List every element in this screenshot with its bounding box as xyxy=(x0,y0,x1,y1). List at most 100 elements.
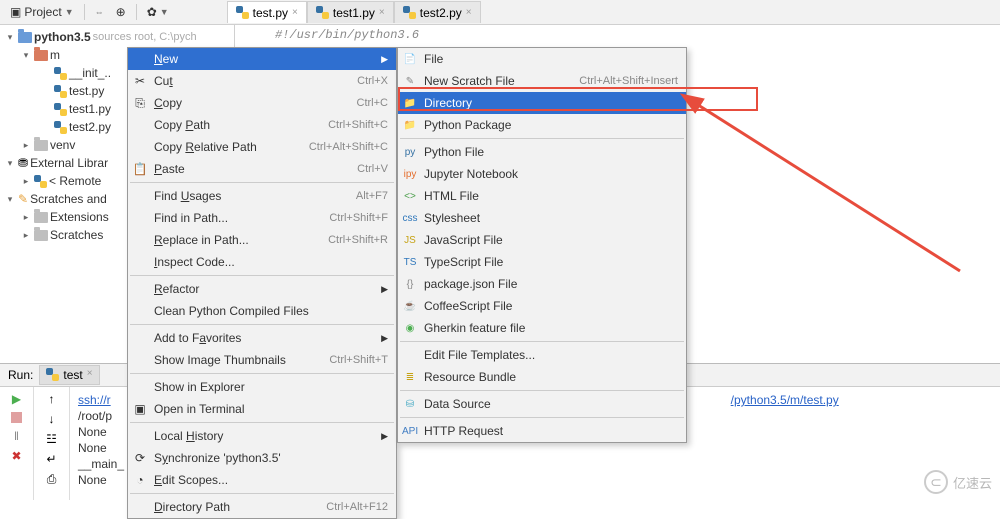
stop-button[interactable] xyxy=(11,412,22,423)
up-icon[interactable]: ↑ xyxy=(49,392,55,406)
submenu-item-stylesheet[interactable]: css Stylesheet xyxy=(398,207,686,229)
close-icon[interactable]: × xyxy=(466,7,472,18)
submenu-item-label: Jupyter Notebook xyxy=(424,167,518,181)
tree-label: test.py xyxy=(69,84,104,98)
chevron-right-icon: ▶ xyxy=(381,431,388,442)
menu-item-refactor[interactable]: Refactor▶ xyxy=(128,278,396,300)
chevron-right-icon: ▶ xyxy=(381,54,388,65)
menu-separator xyxy=(130,493,394,494)
tab-label: test1.py xyxy=(333,6,375,20)
library-icon: ⛃ xyxy=(18,156,28,170)
wrap-icon[interactable]: ↵ xyxy=(46,452,56,466)
run-tab[interactable]: test × xyxy=(39,365,99,385)
tree-label: Scratches and xyxy=(30,192,107,206)
menu-item-open-in-terminal[interactable]: ▣Open in Terminal xyxy=(128,398,396,420)
submenu-item-resource-bundle[interactable]: ≣Resource Bundle xyxy=(398,366,686,388)
menu-item-replace-in-path-[interactable]: Replace in Path... Ctrl+Shift+R xyxy=(128,229,396,251)
shortcut: Ctrl+Shift+R xyxy=(328,234,388,246)
target-button[interactable]: ⊕ xyxy=(112,3,130,21)
menu-item-new[interactable]: New▶ xyxy=(128,48,396,70)
submenu-item-directory[interactable]: 📁Directory xyxy=(398,92,686,114)
menu-item-directory-path[interactable]: Directory PathCtrl+Alt+F12 xyxy=(128,496,396,518)
menu-item-synchronize-python3-5-[interactable]: ⟳ Synchronize 'python3.5' xyxy=(128,447,396,469)
submenu-item-label: CoffeeScript File xyxy=(424,299,512,313)
tree-label: External Librar xyxy=(30,156,108,170)
collapse-button[interactable]: ⇔ xyxy=(91,5,108,19)
menu-separator xyxy=(130,275,394,276)
css-icon: css xyxy=(402,213,418,224)
down-icon[interactable]: ↓ xyxy=(49,412,55,426)
chevron-down-icon: ▾ xyxy=(4,158,16,169)
js-icon: JS xyxy=(402,235,418,246)
menu-item-copy-path[interactable]: Copy PathCtrl+Shift+C xyxy=(128,114,396,136)
pause-button[interactable]: ‖ xyxy=(14,429,19,443)
menu-item-local-history[interactable]: Local History▶ xyxy=(128,425,396,447)
http-icon: API xyxy=(402,426,418,437)
menu-item-label: Show Image Thumbnails xyxy=(154,353,286,367)
submenu-item-python-package[interactable]: 📁Python Package xyxy=(398,114,686,136)
submenu-item-file[interactable]: 📄File xyxy=(398,48,686,70)
tab-test-py[interactable]: test.py × xyxy=(227,1,307,23)
tree-label: Extensions xyxy=(50,210,109,224)
scratch-icon: ✎ xyxy=(18,192,28,206)
run-tab-label: test xyxy=(63,368,82,382)
sync-icon: ⟳ xyxy=(132,451,148,465)
menu-item-label: Replace in Path... xyxy=(154,233,249,247)
submenu-item-edit-file-templates-[interactable]: Edit File Templates... xyxy=(398,344,686,366)
submenu-item-jupyter-notebook[interactable]: ipyJupyter Notebook xyxy=(398,163,686,185)
submenu-item-new-scratch-file[interactable]: ✎New Scratch FileCtrl+Alt+Shift+Insert xyxy=(398,70,686,92)
chevron-down-icon: ▾ xyxy=(4,194,16,205)
chevron-right-icon: ▸ xyxy=(20,230,32,241)
menu-item-paste[interactable]: 📋PasteCtrl+V xyxy=(128,158,396,180)
settings-button[interactable]: ✿ ▼ xyxy=(143,3,173,21)
menu-item-edit-scopes-[interactable]: ◔Edit Scopes... xyxy=(128,469,396,491)
menu-item-label: Synchronize 'python3.5' xyxy=(154,451,281,465)
menu-item-find-in-path-[interactable]: Find in Path...Ctrl+Shift+F xyxy=(128,207,396,229)
tree-label: test1.py xyxy=(69,102,111,116)
menu-item-find-usages[interactable]: Find UsagesAlt+F7 xyxy=(128,185,396,207)
submenu-item-python-file[interactable]: pyPython File xyxy=(398,141,686,163)
python-icon xyxy=(54,67,67,80)
submenu-item-html-file[interactable]: <>HTML File xyxy=(398,185,686,207)
package-icon: 📁 xyxy=(402,120,418,131)
project-label: Project xyxy=(24,5,61,19)
menu-item-cut[interactable]: ✂CutCtrl+X xyxy=(128,70,396,92)
submenu-item-package-json-file[interactable]: {}package.json File xyxy=(398,273,686,295)
menu-item-show-in-explorer[interactable]: Show in Explorer xyxy=(128,376,396,398)
tree-root[interactable]: ▾ python3.5 sources root, C:\pych xyxy=(0,28,234,46)
shortcut: Ctrl+Shift+T xyxy=(329,354,388,366)
submenu-item-http-request[interactable]: APIHTTP Request xyxy=(398,420,686,442)
separator xyxy=(84,4,85,20)
menu-item-add-to-favorites[interactable]: Add to Favorites▶ xyxy=(128,327,396,349)
chevron-down-icon: ▼ xyxy=(65,7,74,17)
shortcut: Ctrl+Shift+C xyxy=(328,119,388,131)
submenu-item-coffeescript-file[interactable]: ☕CoffeeScript File xyxy=(398,295,686,317)
shortcut: Ctrl+Shift+F xyxy=(329,212,388,224)
submenu-item-typescript-file[interactable]: TSTypeScript File xyxy=(398,251,686,273)
toolbar: ▣ Project ▼ ⇔ ⊕ ✿ ▼ test.py × test1.py ×… xyxy=(0,0,1000,25)
submenu-item-label: Stylesheet xyxy=(424,211,480,225)
menu-item-inspect-code-[interactable]: Inspect Code... xyxy=(128,251,396,273)
tab-test2-py[interactable]: test2.py × xyxy=(394,1,481,23)
watermark: ⊂ 亿速云 xyxy=(924,470,992,494)
close-icon[interactable]: × xyxy=(87,368,93,382)
submenu-item-gherkin-feature-file[interactable]: ◉Gherkin feature file xyxy=(398,317,686,339)
project-dropdown[interactable]: ▣ Project ▼ xyxy=(6,3,78,21)
submenu-item-data-source[interactable]: ⛁Data Source xyxy=(398,393,686,415)
filter-icon[interactable]: ☳ xyxy=(46,432,57,446)
run-button[interactable]: ▶ xyxy=(12,392,21,406)
menu-item-show-image-thumbnails[interactable]: Show Image Thumbnails Ctrl+Shift+T xyxy=(128,349,396,371)
print-icon[interactable]: ⎙ xyxy=(47,472,57,487)
menu-item-label: Open in Terminal xyxy=(154,402,245,416)
cut-icon: ✂ xyxy=(132,74,148,88)
close-button[interactable]: ✖ xyxy=(11,449,21,463)
editor-line: #!/usr/bin/python3.6 xyxy=(235,25,1000,42)
close-icon[interactable]: × xyxy=(379,7,385,18)
menu-item-clean-python-compiled-files[interactable]: Clean Python Compiled Files xyxy=(128,300,396,322)
tab-test1-py[interactable]: test1.py × xyxy=(307,1,394,23)
close-icon[interactable]: × xyxy=(292,7,298,18)
submenu-item-javascript-file[interactable]: JSJavaScript File xyxy=(398,229,686,251)
folder-icon xyxy=(34,50,48,61)
menu-item-copy[interactable]: ⎘CopyCtrl+C xyxy=(128,92,396,114)
menu-item-copy-relative-path[interactable]: Copy Relative PathCtrl+Alt+Shift+C xyxy=(128,136,396,158)
